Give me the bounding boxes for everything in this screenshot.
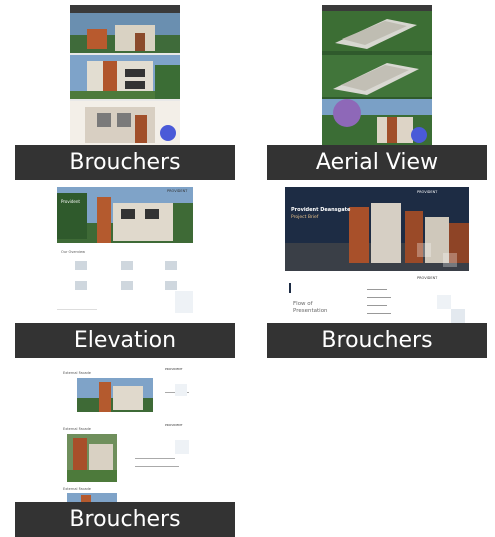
play-badge-icon	[160, 125, 176, 141]
brief-title: Provident Deansgate	[291, 207, 351, 213]
brand-text: PROVIDENT	[417, 276, 438, 280]
tile-caption: Brouchers	[267, 323, 487, 358]
tile-caption: Elevation	[15, 323, 235, 358]
play-badge-icon	[411, 127, 427, 143]
brand-text: PROVIDENT	[417, 190, 438, 194]
flow-title-line1: Flow of	[293, 301, 314, 307]
brief-subtitle: Project Brief	[291, 214, 319, 220]
tile-caption: Brouchers	[15, 145, 235, 180]
tile-caption: Aerial View	[267, 145, 487, 180]
aerial-view-tile[interactable]: Aerial View	[267, 5, 487, 180]
elevation-tile[interactable]: Provident PROVIDENT Our Overview Elevati…	[15, 183, 235, 358]
facade-heading: External Facade	[63, 427, 91, 431]
brochure-tile-2[interactable]: Provident Deansgate Project Brief PROVID…	[267, 183, 487, 358]
brochure-tile-3[interactable]: External Facade PROVIDENT External Facad…	[15, 362, 235, 537]
brand-text: PROVIDENT	[165, 423, 183, 427]
flow-title-line2: Presentation	[293, 308, 328, 314]
hero-caption-text: Provident	[61, 199, 80, 204]
facade-heading: External Facade	[63, 371, 91, 375]
brochure-tile-1[interactable]: Brouchers	[15, 5, 235, 180]
brand-text: PROVIDENT	[167, 189, 188, 193]
brand-text: PROVIDENT	[165, 367, 183, 371]
facade-heading: External Facade	[63, 487, 91, 491]
section-label: Our Overview	[61, 250, 85, 254]
